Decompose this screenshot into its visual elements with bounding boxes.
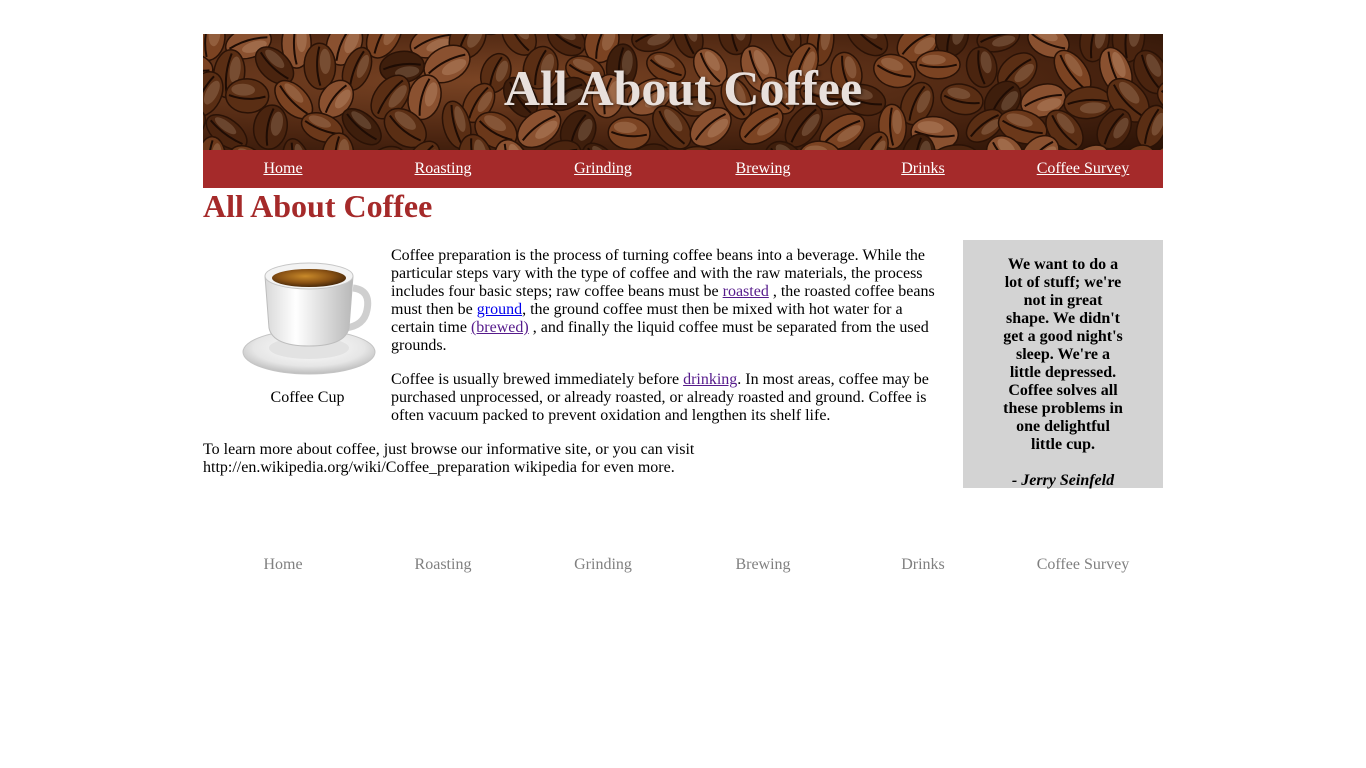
ground-link[interactable]: ground [477, 301, 522, 318]
nav-drinks-link[interactable]: Drinks [843, 150, 1003, 188]
paragraph-text: Coffee is usually brewed immediately bef… [391, 371, 684, 388]
nav-roasting-link[interactable]: Roasting [363, 150, 523, 188]
footer-drinks-link[interactable]: Drinks [843, 546, 1003, 584]
paragraph-brewing: Coffee is usually brewed immediately bef… [391, 371, 946, 425]
coffee-cup-figure: Coffee Cup [235, 248, 380, 407]
quote-text: We want to do a lot of stuff; we're not … [1003, 256, 1123, 453]
footer-nav: Home Roasting Grinding Brewing Drinks Co… [203, 546, 1163, 584]
footer-coffee-survey-link[interactable]: Coffee Survey [1003, 546, 1163, 584]
brewed-link[interactable]: (brewed) [471, 319, 529, 336]
quote-attribution: - Jerry Seinfeld [1011, 472, 1115, 489]
top-nav: Home Roasting Grinding Brewing Drinks Co… [203, 150, 1163, 188]
drinking-link[interactable]: drinking [683, 371, 737, 388]
nav-coffee-survey-link[interactable]: Coffee Survey [1003, 150, 1163, 188]
figure-caption: Coffee Cup [270, 389, 345, 406]
site-title: All About Coffee [503, 60, 863, 116]
nav-home-link[interactable]: Home [203, 150, 363, 188]
banner: All About Coffee [203, 34, 1163, 150]
paragraph-preparation: Coffee preparation is the process of tur… [391, 247, 946, 355]
page-title: All About Coffee [203, 188, 433, 224]
nav-grinding-link[interactable]: Grinding [523, 150, 683, 188]
footer-brewing-link[interactable]: Brewing [683, 546, 843, 584]
footer-grinding-link[interactable]: Grinding [523, 546, 683, 584]
footer-home-link[interactable]: Home [203, 546, 363, 584]
quote-box: We want to do a lot of stuff; we're not … [963, 240, 1163, 489]
nav-brewing-link[interactable]: Brewing [683, 150, 843, 188]
roasted-link[interactable]: roasted [723, 283, 769, 300]
learn-more-text: To learn more about coffee, just browse … [203, 441, 695, 476]
footer-roasting-link[interactable]: Roasting [363, 546, 523, 584]
article-text: Coffee preparation is the process of tur… [391, 247, 946, 441]
coffee-cup-image [242, 262, 376, 375]
